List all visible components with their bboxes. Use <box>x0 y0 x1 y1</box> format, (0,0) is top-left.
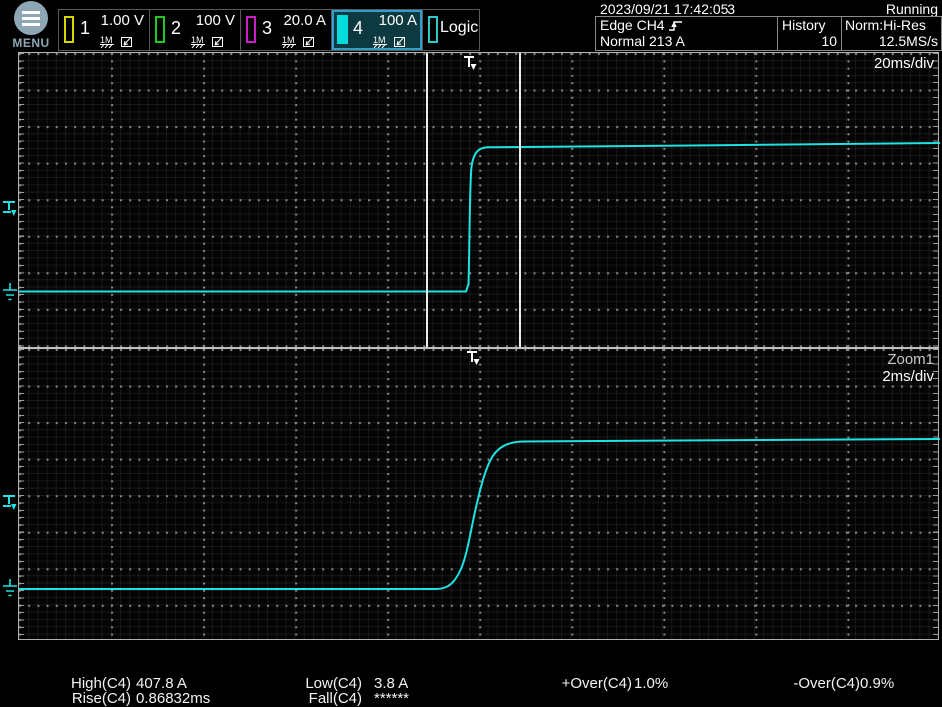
meas-fall-label: Fall(C4) <box>290 690 362 707</box>
acq-mode: Norm:Hi-Res <box>845 17 938 33</box>
channel-1-color-bracket <box>64 16 74 43</box>
channel-1-number: 1 <box>80 18 90 39</box>
channel-strip: 1 1.00 V 1M 2 100 V 1M 3 20.0 A 1M <box>58 9 480 51</box>
channel-4-number: 4 <box>353 18 363 39</box>
probe-icon <box>302 35 315 48</box>
channel-1-box[interactable]: 1 1.00 V 1M <box>59 10 150 50</box>
probe-icon <box>120 35 133 48</box>
trigger-level-icon[interactable] <box>2 494 17 511</box>
zoom-area-right-cursor[interactable] <box>519 53 521 347</box>
meas-nover-label: -Over(C4) <box>772 675 860 692</box>
sample-rate: 12.5MS/s <box>845 33 938 49</box>
channel-2-number: 2 <box>171 18 181 39</box>
logic-color-bracket <box>428 16 438 43</box>
acquisition-count: 3 <box>705 1 735 17</box>
trigger-settings[interactable]: Edge CH4 Normal 213 A <box>596 17 778 50</box>
channel-2-box[interactable]: 2 100 V 1M <box>150 10 241 50</box>
channel-3-scale: 20.0 A <box>283 12 326 29</box>
probe-icon <box>211 35 224 48</box>
channel-3-number: 3 <box>262 18 272 39</box>
ground-marker-icon[interactable] <box>2 283 18 303</box>
menu-label: MENU <box>7 36 55 50</box>
meas-pover-value: 1.0% <box>634 675 668 692</box>
ch4-zoom-trace <box>19 349 940 642</box>
zoom-waveform-window: Zoom1 2ms/div <box>18 347 939 640</box>
acquisition-mode-box[interactable]: Norm:Hi-Res 12.5MS/s <box>842 17 941 50</box>
trigger-position-icon[interactable] <box>466 350 480 367</box>
probe-icon <box>393 35 406 48</box>
run-status[interactable]: Running <box>886 1 938 17</box>
history-box[interactable]: History 10 <box>778 17 842 50</box>
ch4-main-trace <box>19 53 940 348</box>
impedance-1m-icon: 1M <box>372 35 390 48</box>
impedance-1m-icon: 1M <box>281 35 299 48</box>
channel-4-color-bracket <box>337 15 348 44</box>
history-value: 10 <box>782 33 837 49</box>
svg-text:1M: 1M <box>373 35 386 45</box>
meas-rise-label: Rise(C4) <box>55 690 131 707</box>
meas-pover-label: +Over(C4) <box>538 675 632 692</box>
trigger-mode: Normal 213 A <box>600 33 777 49</box>
channel-2-scale: 100 V <box>196 12 235 29</box>
trigger-position-icon[interactable] <box>463 55 477 72</box>
logic-box[interactable]: Logic <box>423 10 479 50</box>
svg-text:1M: 1M <box>282 35 295 45</box>
trigger-type: Edge CH4 <box>600 17 665 33</box>
impedance-1m-icon: 1M <box>190 35 208 48</box>
main-timebase: 20ms/div <box>874 55 934 72</box>
trigger-level-icon[interactable] <box>2 200 17 217</box>
logic-label: Logic <box>440 19 478 37</box>
zoom-timebase: 2ms/div <box>882 368 934 385</box>
main-waveform-window: 20ms/div <box>18 52 939 347</box>
channel-1-scale: 1.00 V <box>101 12 144 29</box>
menu-icon <box>14 1 48 35</box>
oscilloscope-screen: MENU 1 1.00 V 1M 2 100 V 1M 3 20.0 A <box>0 0 942 707</box>
meas-fall-value: ****** <box>374 690 409 707</box>
zoom-window-label: Zoom1 <box>887 351 934 368</box>
meas-nover-value: 0.9% <box>860 675 894 692</box>
ground-marker-icon[interactable] <box>2 579 18 599</box>
meas-rise-value: 0.86832ms <box>136 690 210 707</box>
menu-button[interactable]: MENU <box>7 1 55 50</box>
impedance-1m-icon: 1M <box>99 35 117 48</box>
channel-4-box[interactable]: 4 100 A 1M <box>332 10 423 50</box>
channel-3-color-bracket <box>246 16 256 43</box>
zoom-area-left-cursor[interactable] <box>426 53 428 347</box>
svg-text:1M: 1M <box>100 35 113 45</box>
channel-3-box[interactable]: 3 20.0 A 1M <box>241 10 332 50</box>
history-label: History <box>782 17 837 33</box>
channel-2-color-bracket <box>155 16 165 43</box>
svg-text:1M: 1M <box>191 35 204 45</box>
channel-4-scale: 100 A <box>379 12 417 29</box>
rising-edge-icon <box>668 19 683 32</box>
status-block: 2023/09/21 17:42:05 3 Running Edge CH4 N… <box>595 0 942 51</box>
